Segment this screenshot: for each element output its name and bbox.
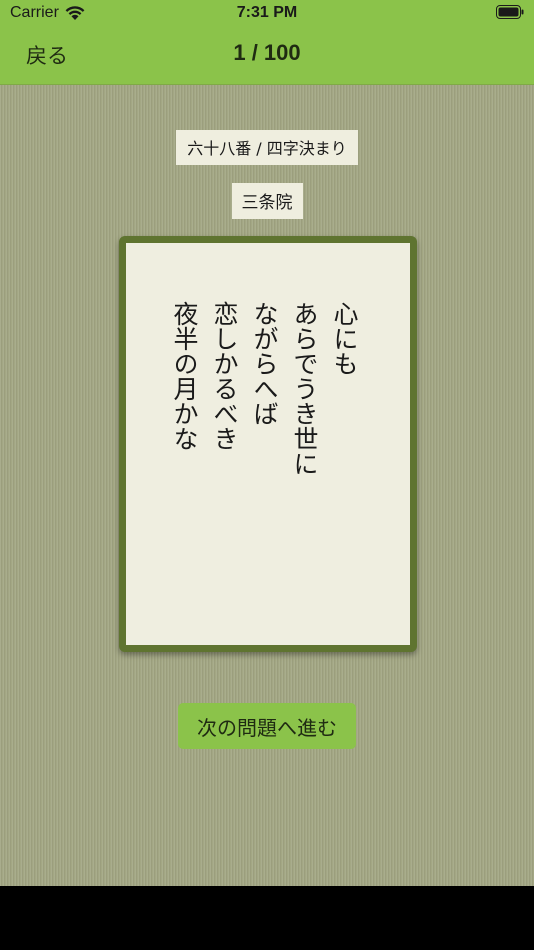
status-bar: Carrier 7:31 PM <box>0 0 534 28</box>
navigation-bar: Carrier 7:31 PM 戻る 1 / 100 <box>0 0 534 85</box>
poem-number-text: 六十八番 / 四字決まり <box>176 130 358 165</box>
bottom-letterbox <box>0 886 534 950</box>
status-time: 7:31 PM <box>236 4 298 21</box>
poem-line-4: 恋しかるべき <box>210 301 239 451</box>
poem-line-3: ながらへば <box>250 301 279 426</box>
karuta-card: 心にも あらでうき世に ながらへば 恋しかるべき 夜半の月かな <box>119 236 417 652</box>
poet-name-text: 三条院 <box>231 183 303 219</box>
poem-line-2: あらでうき世に <box>290 301 319 476</box>
next-question-button[interactable]: 次の問題へ進む <box>178 703 356 749</box>
progress-counter: 1 / 100 <box>233 40 301 65</box>
poem-number-label: 六十八番 / 四字決まり <box>0 130 534 165</box>
battery-icon <box>496 5 524 19</box>
quiz-screen: Carrier 7:31 PM 戻る 1 / 100 六十八番 / 四字決まり … <box>0 0 534 886</box>
poem-line-5: 夜半の月かな <box>170 301 199 451</box>
poem-line-1: 心にも <box>330 301 359 376</box>
poet-name-label: 三条院 <box>0 183 534 219</box>
poem-text: 心にも あらでうき世に ながらへば 恋しかるべき 夜半の月かな <box>164 301 364 601</box>
